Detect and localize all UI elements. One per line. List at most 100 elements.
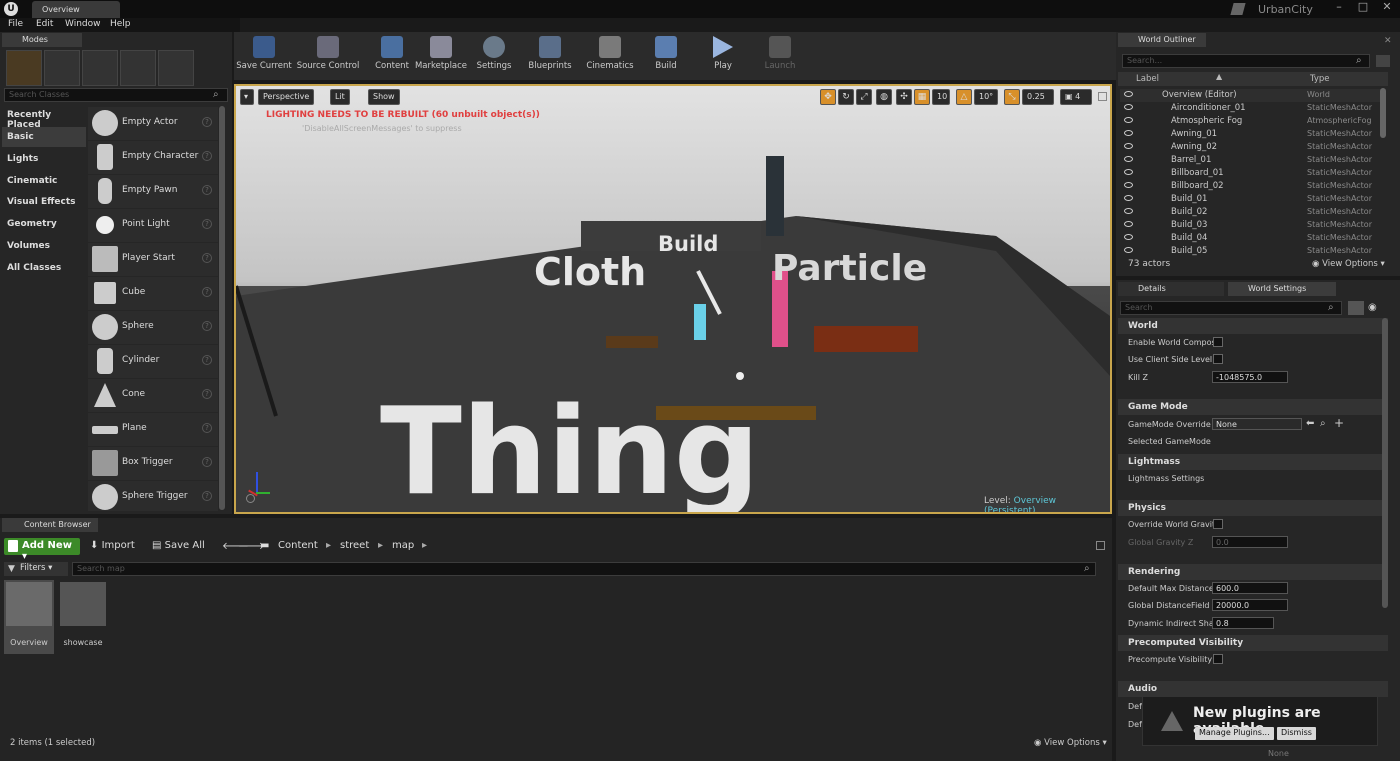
scale-snap-icon[interactable]: ⤡ — [1004, 89, 1020, 105]
minimize-button[interactable]: – — [1328, 0, 1350, 16]
visibility-eye-icon[interactable] — [1124, 130, 1133, 136]
use-client-side-checkbox[interactable] — [1213, 354, 1223, 364]
outliner-row[interactable]: Barrel_01 StaticMeshActor — [1120, 154, 1386, 167]
outliner-row[interactable]: Awning_01 StaticMeshActor — [1120, 128, 1386, 141]
section-precomputed-visibility[interactable]: Precomputed Visibility — [1118, 635, 1388, 651]
build-button[interactable]: Build — [648, 34, 684, 78]
import-button[interactable]: ⬇ Import — [90, 540, 135, 551]
visibility-eye-icon[interactable] — [1124, 195, 1133, 201]
maximize-viewport-icon[interactable] — [1098, 92, 1107, 101]
category-all-classes[interactable]: All Classes — [2, 258, 86, 278]
level-viewport[interactable]: ▾ Perspective Lit Show LIGHTING NEEDS TO… — [234, 84, 1112, 514]
rotation-snap-value[interactable]: 10° — [974, 89, 998, 105]
marketplace-button[interactable]: Marketplace — [414, 34, 468, 78]
outliner-view-options[interactable]: ◉ View Options ▾ — [1312, 259, 1385, 269]
help-icon[interactable]: ? — [202, 491, 212, 501]
foliage-mode-icon[interactable] — [120, 50, 156, 86]
visibility-eye-icon[interactable] — [1124, 169, 1133, 175]
help-icon[interactable]: ? — [202, 355, 212, 365]
precompute-visibility-checkbox[interactable] — [1213, 654, 1223, 664]
world-outliner-tab[interactable]: World Outliner — [1118, 33, 1206, 47]
menu-help[interactable]: Help — [110, 19, 131, 29]
section-audio[interactable]: Audio — [1118, 681, 1388, 697]
landscape-mode-icon[interactable] — [82, 50, 118, 86]
category-basic[interactable]: Basic — [2, 127, 86, 147]
class-item[interactable]: Point Light? — [88, 209, 218, 242]
details-search-input[interactable]: Search — [1120, 301, 1342, 315]
scale-icon[interactable]: ⤢ — [856, 89, 872, 105]
search-classes-input[interactable]: Search Classes — [4, 88, 228, 102]
help-icon[interactable]: ? — [202, 389, 212, 399]
menu-edit[interactable]: Edit — [36, 19, 53, 29]
save-current-button[interactable]: Save Current — [236, 34, 292, 78]
column-type-header[interactable]: Type — [1310, 74, 1330, 84]
lock-icon[interactable] — [1096, 541, 1105, 550]
cinematics-button[interactable]: Cinematics — [584, 34, 636, 78]
modes-scrollbar[interactable] — [219, 106, 225, 510]
help-icon[interactable]: ? — [202, 423, 212, 433]
blueprints-button[interactable]: Blueprints — [526, 34, 574, 78]
close-button[interactable]: ✕ — [1376, 0, 1398, 16]
source-control-button[interactable]: Source Control — [296, 34, 360, 78]
eye-icon[interactable]: ◉ — [1368, 302, 1377, 313]
category-geometry[interactable]: Geometry — [2, 214, 86, 234]
translate-icon[interactable]: ✥ — [820, 89, 836, 105]
class-item[interactable]: Empty Actor? — [88, 107, 218, 140]
paint-mode-icon[interactable] — [44, 50, 80, 86]
viewport-options-button[interactable]: ▾ — [240, 89, 254, 105]
visibility-eye-icon[interactable] — [1124, 234, 1133, 240]
prop-selected-gamemode[interactable]: Selected GameMode — [1128, 437, 1211, 446]
outliner-search-input[interactable]: Search... — [1122, 54, 1370, 68]
rotation-snap-icon[interactable]: △ — [956, 89, 972, 105]
class-item[interactable]: Empty Character? — [88, 141, 218, 174]
section-game-mode[interactable]: Game Mode — [1118, 399, 1388, 415]
visibility-eye-icon[interactable] — [1124, 156, 1133, 162]
outliner-row[interactable]: Billboard_02 StaticMeshActor — [1120, 180, 1386, 193]
play-button[interactable]: Play — [704, 34, 742, 78]
visibility-eye-icon[interactable] — [1124, 247, 1133, 253]
outliner-row[interactable]: Overview (Editor) World — [1120, 89, 1386, 102]
asset-tile[interactable]: Overview — [4, 580, 54, 654]
asset-tile[interactable]: showcase — [58, 580, 108, 654]
settings-button[interactable]: Settings — [474, 34, 514, 78]
outliner-row[interactable]: Airconditioner_01 StaticMeshActor — [1120, 102, 1386, 115]
search-map-input[interactable]: Search map — [72, 562, 1096, 576]
global-distancefield-field[interactable]: 20000.0 — [1212, 599, 1288, 611]
document-tab-overview[interactable]: Overview — [32, 1, 120, 18]
manage-plugins-button[interactable]: Manage Plugins... — [1195, 727, 1274, 740]
class-item[interactable]: Sphere Trigger? — [88, 481, 218, 511]
show-button[interactable]: Show — [368, 89, 400, 105]
content-view-options[interactable]: ◉ View Options ▾ — [1034, 738, 1107, 748]
content-browser-tab[interactable]: Content Browser — [2, 518, 98, 532]
category-visual-effects[interactable]: Visual Effects — [2, 192, 86, 212]
enable-world-composition-checkbox[interactable] — [1213, 337, 1223, 347]
close-tab-icon[interactable]: ✕ — [1384, 36, 1392, 46]
category-lights[interactable]: Lights — [2, 149, 86, 169]
class-item[interactable]: Box Trigger? — [88, 447, 218, 480]
help-icon[interactable]: ? — [202, 287, 212, 297]
help-icon[interactable]: ? — [202, 321, 212, 331]
class-item[interactable]: Plane? — [88, 413, 218, 446]
menu-file[interactable]: File — [8, 19, 23, 29]
save-all-button[interactable]: ▤ Save All — [152, 540, 205, 551]
outliner-row[interactable]: Atmospheric Fog AtmosphericFog — [1120, 115, 1386, 128]
breadcrumb-content[interactable]: Content — [278, 540, 318, 551]
outliner-row[interactable]: Build_04 StaticMeshActor — [1120, 232, 1386, 245]
add-plus-icon[interactable]: + — [1334, 416, 1344, 430]
section-rendering[interactable]: Rendering — [1118, 564, 1388, 580]
visibility-eye-icon[interactable] — [1124, 182, 1133, 188]
launch-button[interactable]: Launch — [760, 34, 800, 78]
breadcrumb-street[interactable]: street — [340, 540, 369, 551]
help-icon[interactable]: ? — [202, 185, 212, 195]
help-icon[interactable]: ? — [202, 253, 212, 263]
visibility-eye-icon[interactable] — [1124, 221, 1133, 227]
world-icon[interactable]: ◍ — [876, 89, 892, 105]
scale-snap-value[interactable]: 0.25 — [1022, 89, 1054, 105]
help-icon[interactable]: ? — [202, 151, 212, 161]
perspective-button[interactable]: Perspective — [258, 89, 315, 105]
camera-speed-button[interactable]: ▣ 4 — [1060, 89, 1092, 105]
section-lightmass[interactable]: Lightmass — [1118, 454, 1388, 470]
override-gravity-checkbox[interactable] — [1213, 519, 1223, 529]
help-icon[interactable]: ? — [202, 117, 212, 127]
category-volumes[interactable]: Volumes — [2, 236, 86, 256]
